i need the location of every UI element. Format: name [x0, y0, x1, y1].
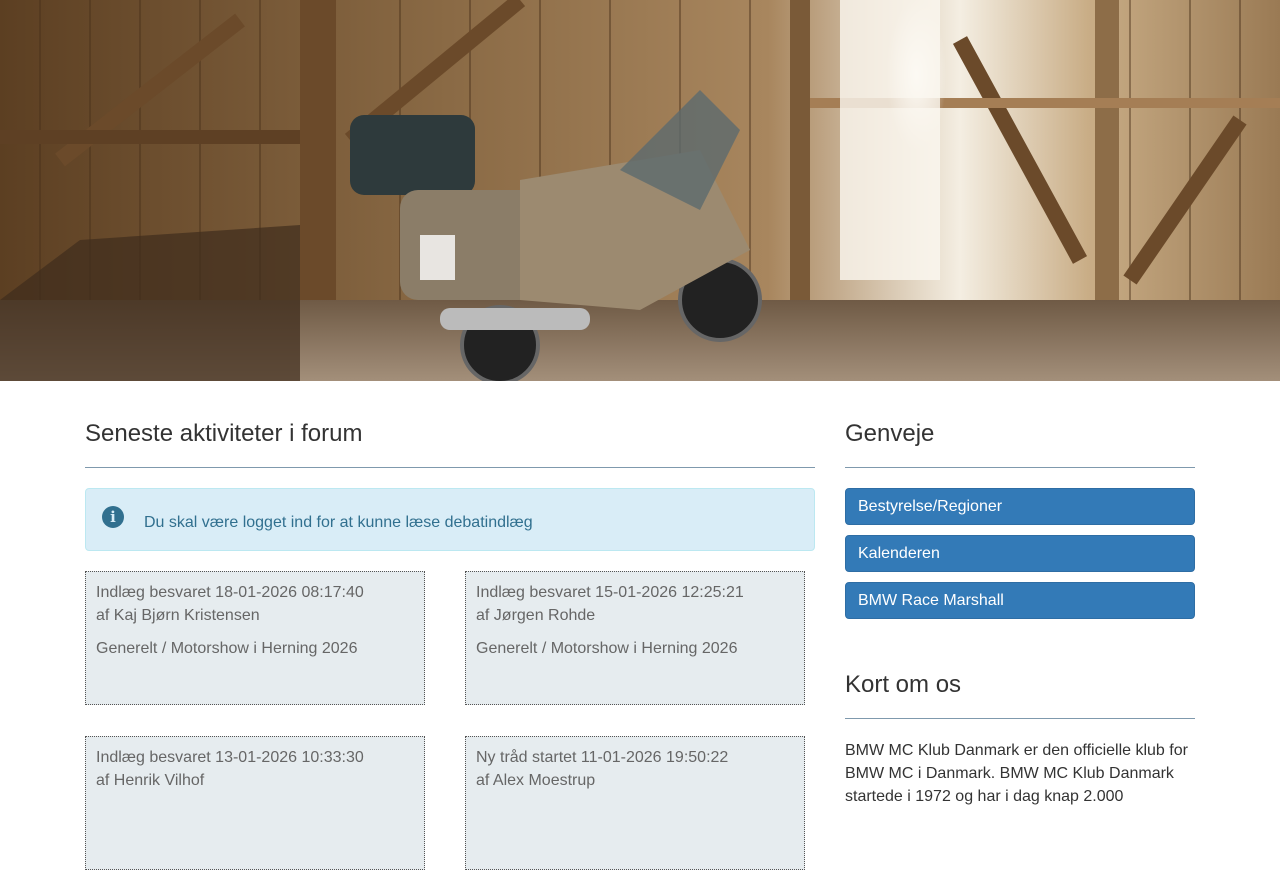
hero-image — [0, 0, 1280, 381]
about-divider — [845, 718, 1195, 719]
forum-post-card[interactable]: Indlæg besvaret 18-01-2026 08:17:40 af K… — [85, 571, 425, 705]
post-status: Indlæg besvaret 15-01-2026 12:25:21 — [476, 584, 744, 601]
post-author: af Henrik Vilhof — [96, 772, 205, 789]
forum-post-card[interactable]: Indlæg besvaret 15-01-2026 12:25:21 af J… — [465, 571, 805, 705]
post-status: Indlæg besvaret 13-01-2026 10:33:30 — [96, 749, 364, 766]
forum-post-card[interactable]: Ny tråd startet 11-01-2026 19:50:22 af A… — [465, 736, 805, 870]
post-status: Indlæg besvaret 18-01-2026 08:17:40 — [96, 584, 364, 601]
shortcuts-divider — [845, 467, 1195, 468]
post-author: af Jørgen Rohde — [476, 607, 596, 624]
shortcuts-title: Genveje — [845, 420, 935, 447]
login-alert-text: Du skal være logget ind for at kunne læs… — [144, 514, 533, 531]
about-text: BMW MC Klub Danmark er den officielle kl… — [845, 742, 1188, 805]
forum-post-card[interactable]: Indlæg besvaret 13-01-2026 10:33:30 af H… — [85, 736, 425, 870]
post-status: Ny tråd startet 11-01-2026 19:50:22 — [476, 749, 729, 766]
login-alert: i Du skal være logget ind for at kunne l… — [85, 488, 815, 551]
post-author: af Kaj Bjørn Kristensen — [96, 607, 260, 624]
post-topic: Generelt / Motorshow i Herning 2026 — [476, 640, 738, 657]
shortcut-bestyrelse-button[interactable]: Bestyrelse/Regioner — [845, 488, 1195, 525]
forum-divider — [85, 467, 815, 468]
forum-title: Seneste aktiviteter i forum — [85, 420, 363, 447]
info-icon: i — [102, 506, 124, 528]
post-topic: Generelt / Motorshow i Herning 2026 — [96, 640, 358, 657]
shortcut-kalenderen-button[interactable]: Kalenderen — [845, 535, 1195, 572]
hero-banner — [0, 0, 1280, 381]
about-title: Kort om os — [845, 671, 962, 698]
shortcut-race-marshall-button[interactable]: BMW Race Marshall — [845, 582, 1195, 619]
post-author: af Alex Moestrup — [476, 772, 596, 789]
